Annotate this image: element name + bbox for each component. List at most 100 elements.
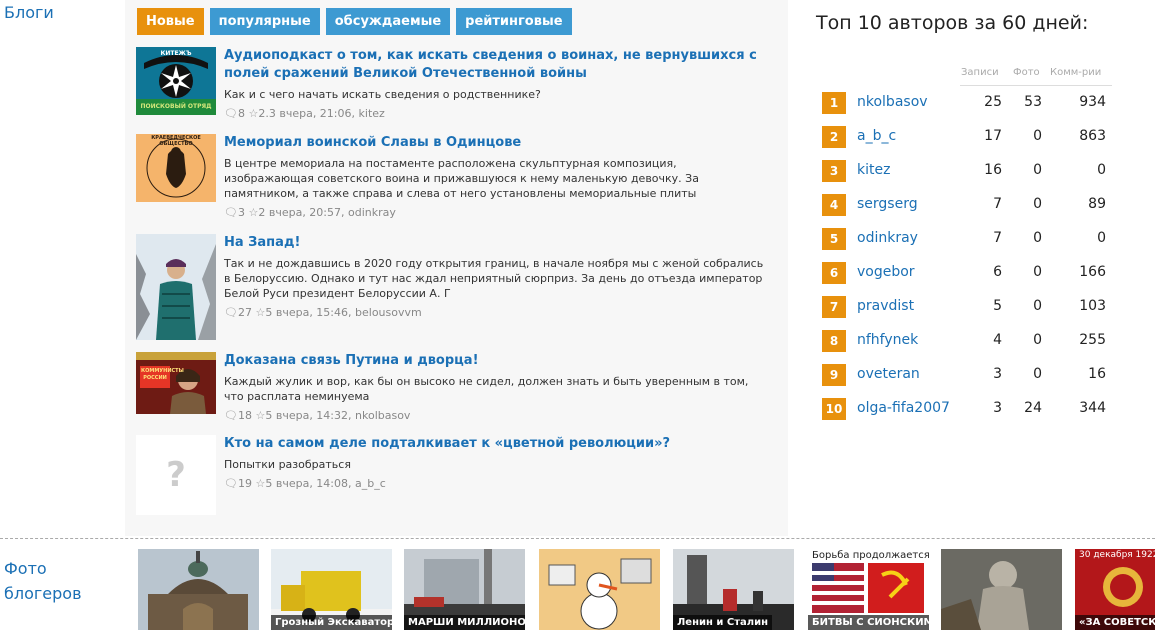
post-author[interactable]: a_b_c (355, 477, 386, 490)
post-thumbnail-placeholder[interactable]: ? (136, 435, 216, 515)
author-row: 10 olga-fifa2007 3 24 344 (822, 398, 1122, 420)
star-icon: ☆ (248, 206, 259, 219)
author-name[interactable]: sergserg (857, 196, 918, 212)
author-photos: 0 (1033, 366, 1042, 382)
comment-count[interactable]: 27 (238, 306, 252, 319)
column-header-posts: Записи (961, 67, 999, 78)
blogger-photo[interactable]: Борьба продолжается БИТВЫ С СИОНСКИМИ (808, 549, 929, 630)
post-time: вчера, 21:06 (279, 107, 352, 120)
tab-rated[interactable]: рейтинговые (456, 8, 572, 35)
author-name[interactable]: nkolbasov (857, 94, 928, 110)
post-author[interactable]: nkolbasov (355, 409, 410, 422)
blogger-photo[interactable] (941, 549, 1062, 630)
author-photos: 0 (1033, 230, 1042, 246)
post-title[interactable]: Аудиоподкаст о том, как искать сведения … (224, 47, 769, 83)
comment-count[interactable]: 18 (238, 409, 252, 422)
blogger-photo[interactable]: Ленин и Сталин (673, 549, 794, 630)
blogger-photo[interactable]: Грозный Экскаватор (271, 549, 392, 630)
rank-badge: 10 (822, 398, 846, 420)
blog-post: На Запад! Так и не дождавшись в 2020 год… (136, 234, 776, 344)
photo-top-text: 30 декабря 1922 года (1079, 550, 1155, 560)
author-comments: 103 (1079, 298, 1106, 314)
tab-popular[interactable]: популярные (209, 8, 320, 35)
post-thumbnail[interactable]: КРАЕВЕДЧЕСКОЕ ОБЩЕСТВО (136, 134, 216, 202)
comment-icon: 🗨︎ (224, 107, 238, 120)
post-meta: 🗨︎18 ☆5 вчера, 14:32, nkolbasov (224, 409, 411, 422)
post-thumbnail[interactable]: КОММУНИСТЫ РОССИИ (136, 352, 216, 414)
author-comments: 0 (1097, 162, 1106, 178)
author-posts: 25 (984, 94, 1002, 110)
post-excerpt: Так и не дождавшись в 2020 году открытия… (224, 257, 764, 300)
rank-badge: 7 (822, 296, 846, 318)
photos-nav-label[interactable]: Фото блогеров (4, 556, 104, 606)
post-author[interactable]: odinkray (348, 206, 396, 219)
star-icon: ☆ (248, 107, 259, 120)
author-row: 6 vogebor 6 0 166 (822, 262, 1122, 284)
thumb-banner-text: КОММУНИСТЫ РОССИИ (141, 368, 184, 381)
post-body: Доказана связь Путина и дворца! Каждый ж… (224, 352, 769, 423)
rank-badge: 6 (822, 262, 846, 284)
star-icon: ☆ (255, 409, 266, 422)
section-divider (0, 538, 1155, 539)
rating-value: 5 (265, 306, 273, 319)
comment-icon: 🗨︎ (224, 306, 238, 319)
author-posts: 16 (984, 162, 1002, 178)
post-title[interactable]: Доказана связь Путина и дворца! (224, 352, 769, 370)
blog-post: КИТЕЖЪ ПОИСКОВЫЙ ОТРЯД Аудиоподкаст о то… (136, 47, 776, 127)
photos-nav-label-text: Фото блогеров (4, 559, 82, 603)
comment-icon: 🗨︎ (224, 477, 238, 490)
post-title[interactable]: На Запад! (224, 234, 769, 252)
post-excerpt: В центре мемориала на постаменте располо… (224, 157, 699, 200)
author-photos: 53 (1024, 94, 1042, 110)
tab-new[interactable]: Новые (137, 8, 204, 35)
author-name[interactable]: nfhfynek (857, 332, 918, 348)
post-excerpt: Каждый жулик и вор, как бы он высоко не … (224, 375, 749, 403)
author-posts: 6 (993, 264, 1002, 280)
author-name[interactable]: a_b_c (857, 128, 896, 144)
author-row: 8 nfhfynek 4 0 255 (822, 330, 1122, 352)
tab-discussed[interactable]: обсуждаемые (325, 8, 451, 35)
cartoon-snowman-photo (539, 549, 660, 630)
question-mark-icon: ? (166, 455, 186, 495)
rating-value: 2 (258, 206, 266, 219)
winter-person-photo (136, 234, 216, 340)
author-name[interactable]: kitez (857, 162, 890, 178)
blogs-nav-label[interactable]: Блоги (4, 3, 54, 22)
comment-count[interactable]: 8 (238, 107, 245, 120)
photo-caption: БИТВЫ С СИОНСКИМИ (808, 615, 929, 630)
blogger-photo[interactable] (539, 549, 660, 630)
rank-badge: 5 (822, 228, 846, 250)
post-author[interactable]: belousovvm (355, 306, 422, 319)
author-photos: 0 (1033, 128, 1042, 144)
author-row: 9 oveteran 3 0 16 (822, 364, 1122, 386)
comment-count[interactable]: 19 (238, 477, 252, 490)
rank-badge: 9 (822, 364, 846, 386)
post-thumbnail[interactable] (136, 234, 216, 340)
comment-count[interactable]: 3 (238, 206, 245, 219)
post-author[interactable]: kitez (359, 107, 385, 120)
post-meta: 🗨︎8 ☆2.3 вчера, 21:06, kitez (224, 107, 385, 120)
author-name[interactable]: odinkray (857, 230, 918, 246)
author-name[interactable]: pravdist (857, 298, 914, 314)
blog-post: КОММУНИСТЫ РОССИИ Доказана связь Путина … (136, 352, 776, 428)
post-title[interactable]: Кто на самом деле подталкивает к «цветно… (224, 435, 769, 453)
post-thumbnail[interactable]: КИТЕЖЪ ПОИСКОВЫЙ ОТРЯД (136, 47, 216, 115)
post-title[interactable]: Мемориал воинской Славы в Одинцове (224, 134, 769, 152)
author-name[interactable]: olga-fifa2007 (857, 400, 950, 416)
post-body: На Запад! Так и не дождавшись в 2020 год… (224, 234, 769, 320)
star-icon: ☆ (255, 477, 266, 490)
author-posts: 4 (993, 332, 1002, 348)
blogger-photo[interactable] (138, 549, 259, 630)
rank-badge: 8 (822, 330, 846, 352)
statue-photo (941, 549, 1062, 630)
rating-value: 5 (265, 409, 273, 422)
author-posts: 7 (993, 196, 1002, 212)
blogger-photo[interactable]: МАРШИ МИЛЛИОНОВ 2012г (404, 549, 525, 630)
author-row: 2 a_b_c 17 0 863 (822, 126, 1122, 148)
blogger-photo[interactable]: 30 декабря 1922 года «ЗА СОВЕТСКИЙ (1075, 549, 1155, 630)
author-name[interactable]: oveteran (857, 366, 920, 382)
author-name[interactable]: vogebor (857, 264, 915, 280)
author-row: 5 odinkray 7 0 0 (822, 228, 1122, 250)
author-comments: 16 (1088, 366, 1106, 382)
author-photos: 0 (1033, 162, 1042, 178)
